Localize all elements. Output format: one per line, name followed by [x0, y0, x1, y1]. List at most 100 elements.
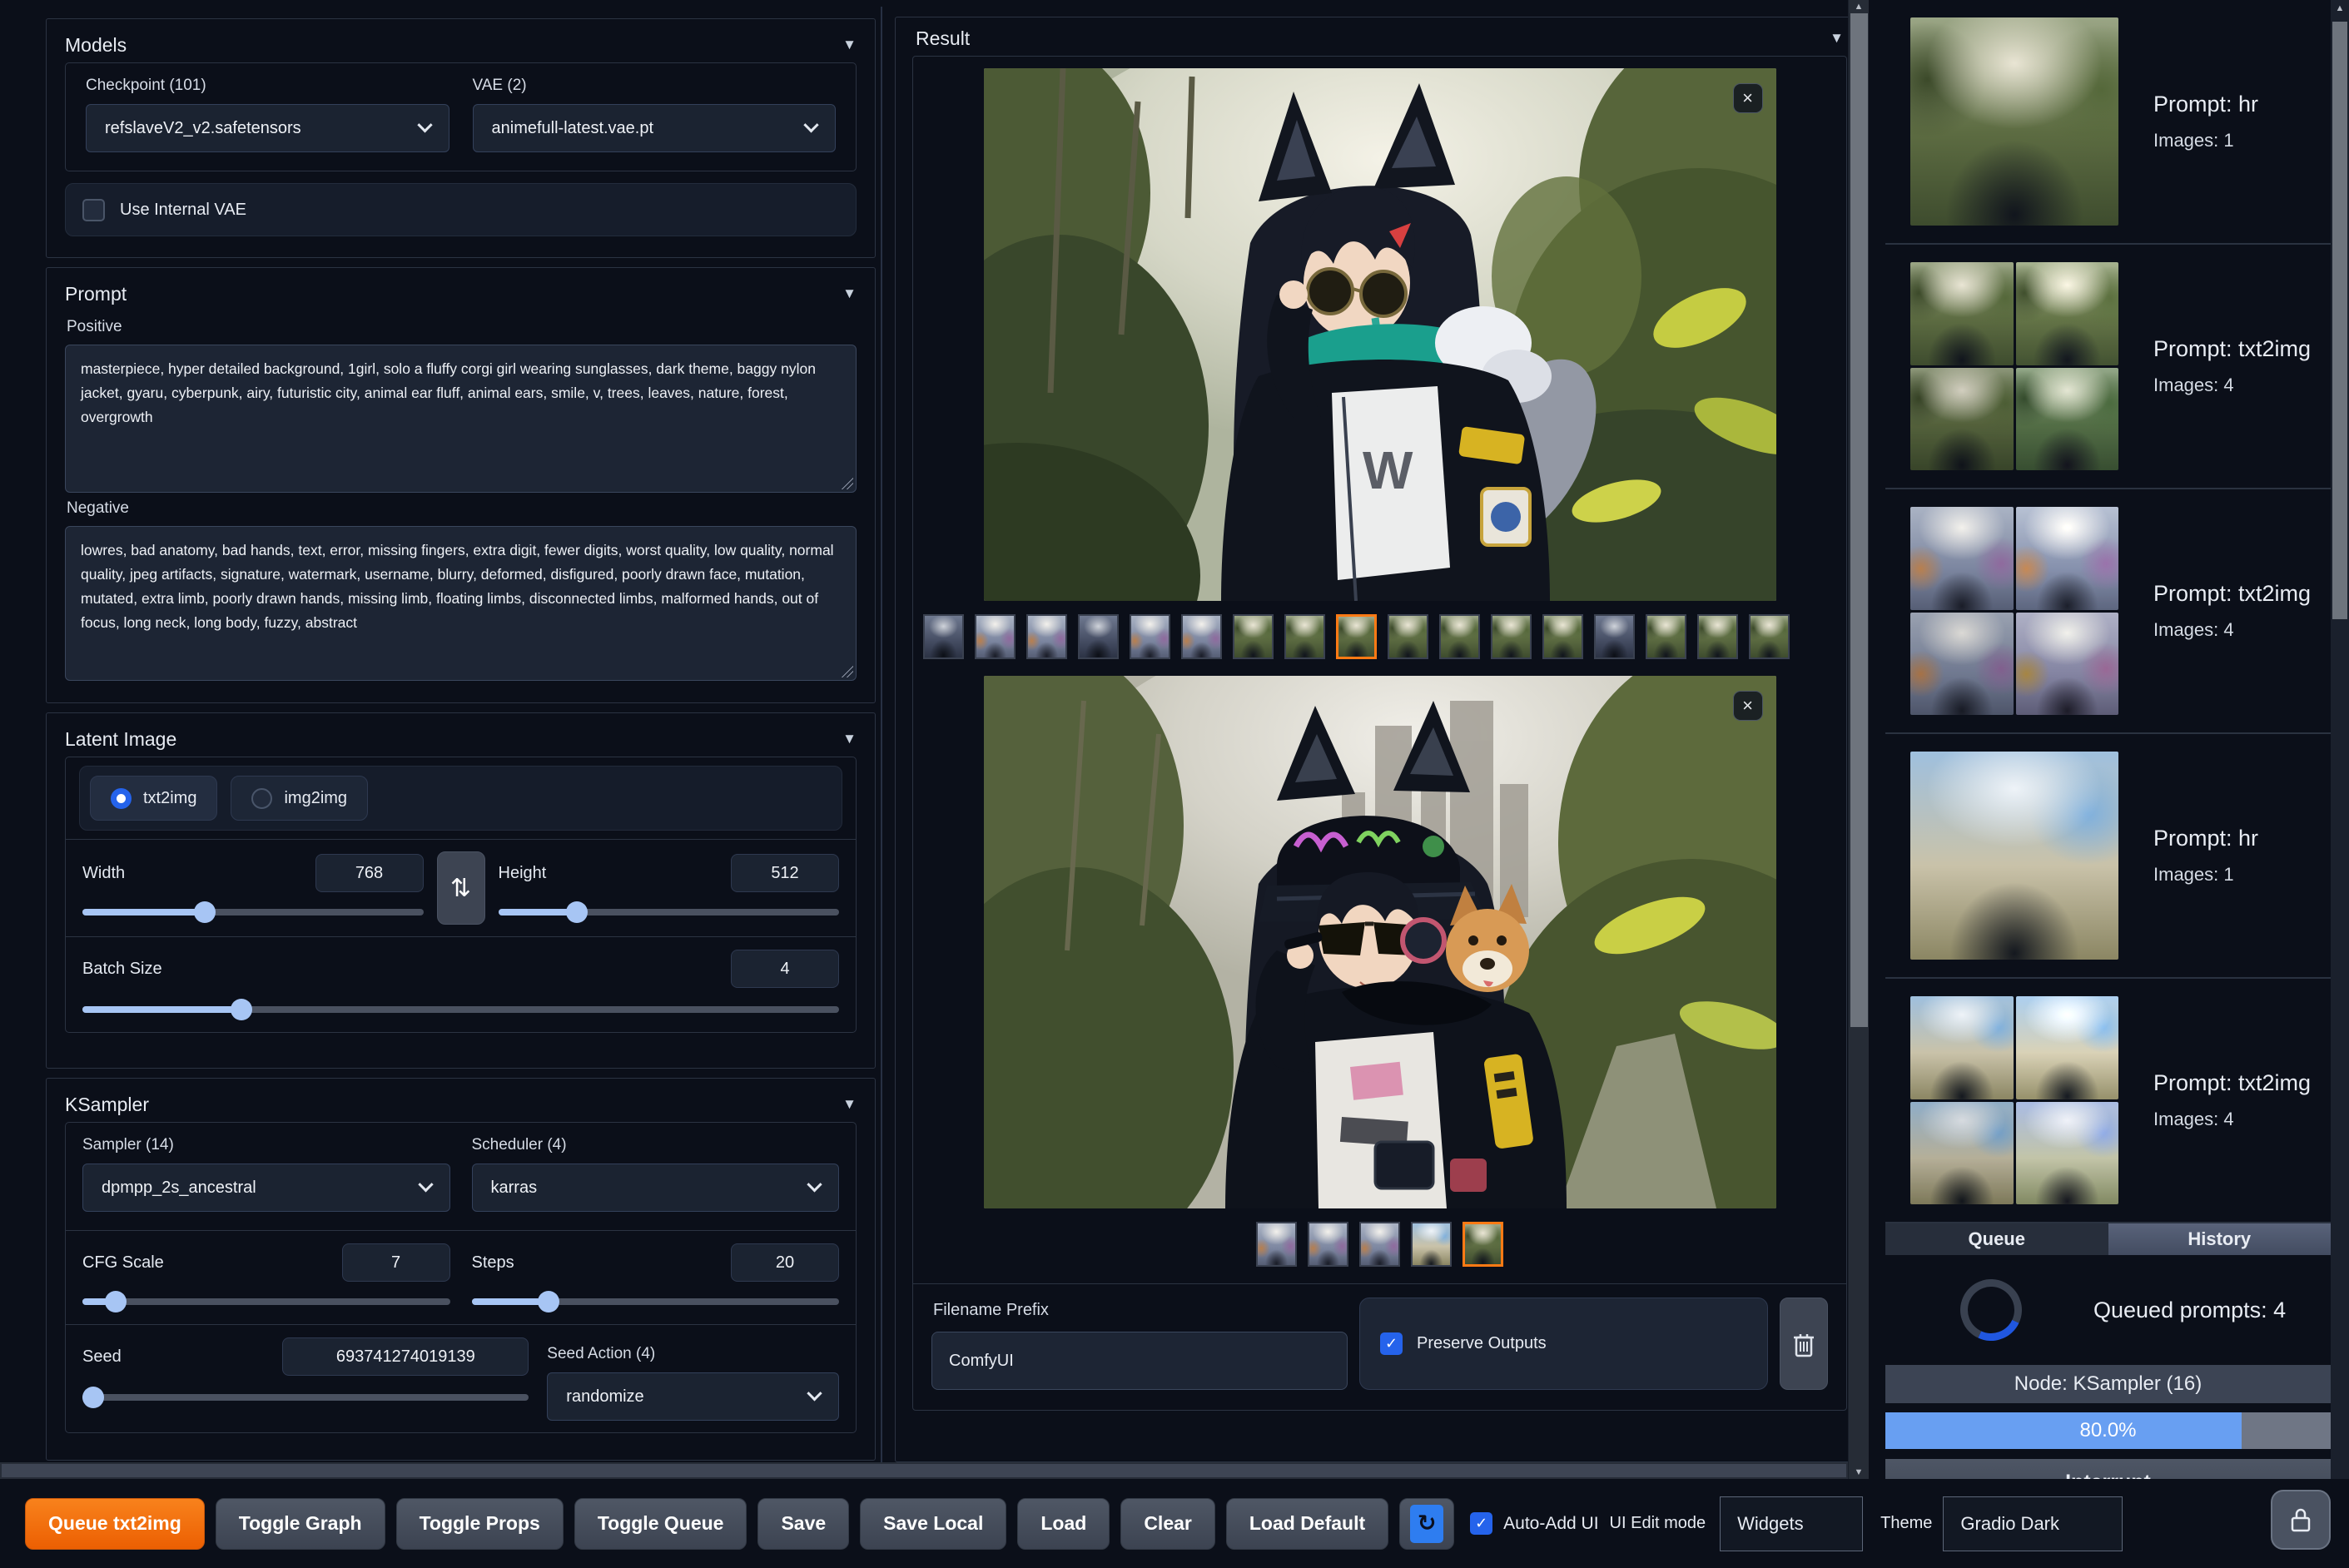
- tab-queue[interactable]: Queue: [1885, 1223, 2108, 1255]
- batch-size-slider-handle[interactable]: [230, 999, 252, 1020]
- use-internal-vae-row[interactable]: Use Internal VAE: [65, 183, 857, 236]
- gallery-thumbnail[interactable]: [975, 614, 1016, 659]
- seed-slider[interactable]: [82, 1387, 529, 1408]
- gallery-thumbnail[interactable]: [1256, 1222, 1297, 1267]
- swap-dimensions-button[interactable]: ⇅: [436, 851, 485, 925]
- cfg-scale-value[interactable]: 7: [341, 1243, 450, 1282]
- scrollbar-thumb[interactable]: [2332, 22, 2347, 619]
- positive-prompt-textarea[interactable]: masterpiece, hyper detailed background, …: [65, 345, 857, 493]
- interrupt-button[interactable]: Interrupt: [1885, 1459, 2331, 1479]
- height-slider-handle[interactable]: [565, 901, 588, 923]
- gallery-thumbnail[interactable]: [1542, 614, 1583, 659]
- scroll-up-icon[interactable]: ▲: [1849, 2, 1869, 12]
- clear-button[interactable]: Clear: [1120, 1497, 1215, 1550]
- scroll-down-icon[interactable]: ▼: [1849, 1467, 1869, 1477]
- close-image-button[interactable]: ×: [1732, 83, 1763, 113]
- height-value[interactable]: 512: [731, 854, 839, 892]
- gallery-thumbnail[interactable]: [923, 614, 964, 659]
- gallery-thumbnail[interactable]: [1026, 614, 1067, 659]
- collapse-caret-icon[interactable]: ▼: [842, 731, 857, 747]
- gallery-thumbnail[interactable]: [1130, 614, 1170, 659]
- lock-button[interactable]: [2271, 1490, 2331, 1550]
- history-thumbnail[interactable]: [1910, 262, 2118, 470]
- mode-option-txt2img[interactable]: txt2img: [90, 776, 218, 821]
- theme-select[interactable]: Gradio Dark: [1943, 1496, 2123, 1551]
- filename-prefix-input[interactable]: ComfyUI: [931, 1332, 1348, 1390]
- auto-add-ui-checkbox[interactable]: [1470, 1512, 1493, 1535]
- collapse-caret-icon[interactable]: ▼: [842, 1096, 857, 1113]
- tab-history[interactable]: History: [2108, 1223, 2331, 1255]
- resize-grip-icon[interactable]: [841, 665, 853, 677]
- checkpoint-dropdown[interactable]: refslaveV2_v2.safetensors: [86, 104, 449, 152]
- use-internal-vae-checkbox[interactable]: [82, 198, 105, 221]
- history-thumbnail[interactable]: [1910, 752, 2118, 960]
- auto-add-ui-toggle[interactable]: Auto-Add UI: [1470, 1512, 1599, 1535]
- history-item[interactable]: Prompt: hr Images: 1: [1885, 0, 2331, 245]
- gallery-thumbnail[interactable]: [1463, 1222, 1503, 1267]
- seed-value[interactable]: 693741274019139: [282, 1337, 529, 1376]
- width-value[interactable]: 768: [315, 854, 424, 892]
- scrollbar-thumb[interactable]: [2, 1464, 1846, 1477]
- gallery-thumbnail[interactable]: [1749, 614, 1790, 659]
- gallery-thumbnail[interactable]: [1078, 614, 1119, 659]
- history-vertical-scrollbar[interactable]: ▲: [2331, 0, 2349, 1479]
- history-thumbnail[interactable]: [1910, 507, 2118, 715]
- history-item[interactable]: Prompt: txt2img Images: 4: [1885, 979, 2331, 1223]
- seed-slider-handle[interactable]: [82, 1387, 105, 1408]
- history-thumbnail[interactable]: [1910, 996, 2118, 1204]
- main-vertical-scrollbar[interactable]: ▲ ▼: [1848, 0, 1869, 1479]
- history-thumbnail[interactable]: [1910, 17, 2118, 226]
- sampler-dropdown[interactable]: dpmpp_2s_ancestral: [82, 1164, 450, 1212]
- cfg-scale-slider[interactable]: [82, 1291, 450, 1312]
- seed-action-dropdown[interactable]: randomize: [547, 1372, 839, 1421]
- queue-txt2img-button[interactable]: Queue txt2img: [25, 1497, 205, 1550]
- steps-value[interactable]: 20: [731, 1243, 839, 1282]
- gallery-thumbnail[interactable]: [1181, 614, 1222, 659]
- cfg-scale-slider-handle[interactable]: [104, 1291, 127, 1312]
- negative-prompt-textarea[interactable]: lowres, bad anatomy, bad hands, text, er…: [65, 526, 857, 681]
- collapse-caret-icon[interactable]: ▼: [842, 37, 857, 53]
- gallery-thumbnail[interactable]: [1594, 614, 1635, 659]
- batch-size-value[interactable]: 4: [731, 950, 839, 988]
- height-slider[interactable]: [498, 901, 839, 923]
- gallery-thumbnail[interactable]: [1491, 614, 1532, 659]
- gallery-thumbnail[interactable]: [1233, 614, 1274, 659]
- history-item[interactable]: Prompt: hr Images: 1: [1885, 734, 2331, 979]
- collapse-caret-icon[interactable]: ▼: [842, 285, 857, 302]
- close-image-button[interactable]: ×: [1732, 691, 1763, 721]
- save-button[interactable]: Save: [757, 1497, 850, 1550]
- load-button[interactable]: Load: [1017, 1497, 1110, 1550]
- gallery-thumbnail[interactable]: [1697, 614, 1738, 659]
- steps-slider[interactable]: [471, 1291, 839, 1312]
- refresh-button[interactable]: ↻: [1399, 1497, 1455, 1550]
- toggle-props-button[interactable]: Toggle Props: [395, 1497, 564, 1550]
- save-local-button[interactable]: Save Local: [860, 1497, 1007, 1550]
- history-item[interactable]: Prompt: txt2img Images: 4: [1885, 489, 2331, 734]
- toggle-graph-button[interactable]: Toggle Graph: [215, 1497, 385, 1550]
- gallery-thumbnail[interactable]: [1646, 614, 1686, 659]
- gallery-thumbnail[interactable]: [1411, 1222, 1452, 1267]
- history-item[interactable]: Prompt: txt2img Images: 4: [1885, 245, 2331, 489]
- vae-dropdown[interactable]: animefull-latest.vae.pt: [472, 104, 836, 152]
- collapse-caret-icon[interactable]: ▼: [1830, 30, 1844, 47]
- panel-divider[interactable]: [881, 7, 882, 1462]
- preserve-outputs-row[interactable]: Preserve Outputs: [1359, 1298, 1768, 1390]
- scheduler-dropdown[interactable]: karras: [471, 1164, 839, 1212]
- result-image-2[interactable]: ×: [983, 676, 1776, 1208]
- widgets-select[interactable]: Widgets: [1720, 1496, 1864, 1551]
- main-horizontal-scrollbar[interactable]: [0, 1462, 1848, 1479]
- gallery-thumbnail[interactable]: [1308, 1222, 1348, 1267]
- delete-outputs-button[interactable]: [1780, 1298, 1828, 1390]
- load-default-button[interactable]: Load Default: [1225, 1497, 1389, 1550]
- gallery-thumbnail[interactable]: [1336, 614, 1377, 659]
- width-slider[interactable]: [82, 901, 424, 923]
- batch-size-slider[interactable]: [82, 999, 839, 1020]
- mode-option-img2img[interactable]: img2img: [231, 776, 369, 821]
- scrollbar-thumb[interactable]: [1850, 13, 1868, 1027]
- result-image-1[interactable]: W ×: [983, 68, 1776, 601]
- gallery-thumbnail[interactable]: [1284, 614, 1325, 659]
- toggle-queue-button[interactable]: Toggle Queue: [574, 1497, 747, 1550]
- gallery-thumbnail[interactable]: [1439, 614, 1480, 659]
- steps-slider-handle[interactable]: [538, 1291, 560, 1312]
- preserve-outputs-checkbox[interactable]: [1380, 1332, 1403, 1355]
